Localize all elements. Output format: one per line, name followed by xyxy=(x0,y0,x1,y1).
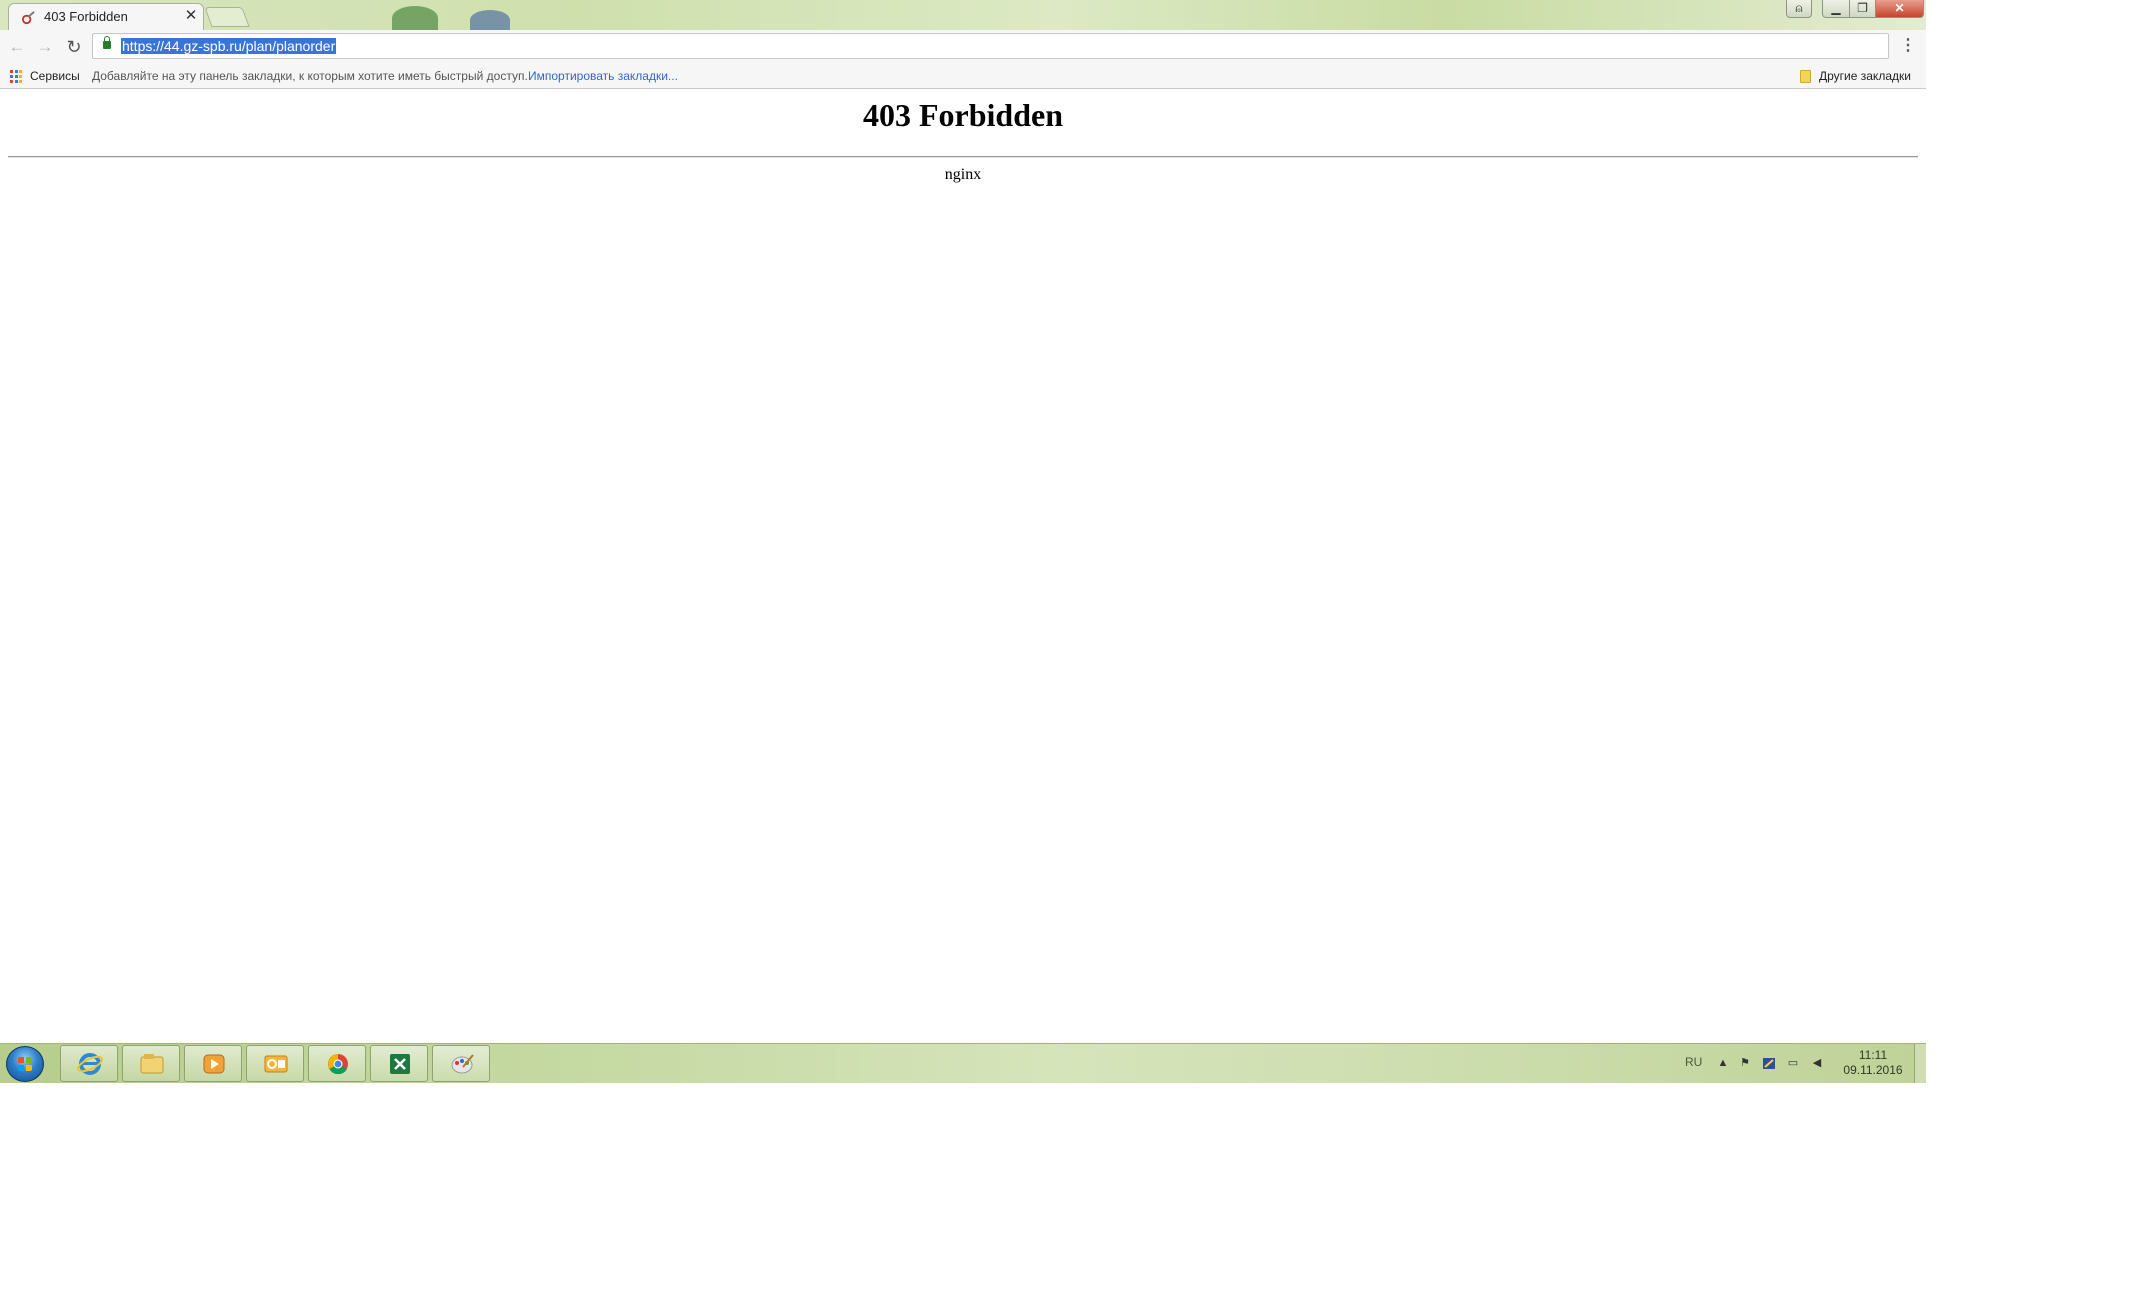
taskbar-chrome[interactable] xyxy=(308,1045,366,1082)
bookmark-apps[interactable]: Сервисы xyxy=(30,69,80,83)
forward-button[interactable]: → xyxy=(34,36,56,58)
clock[interactable]: 11:11 09.11.2016 xyxy=(1832,1048,1914,1078)
volume-icon[interactable]: ◀ xyxy=(1810,1057,1824,1070)
taskbar-media-player[interactable] xyxy=(184,1045,242,1082)
taskbar-internet-explorer[interactable] xyxy=(60,1045,118,1082)
close-icon: ✕ xyxy=(1894,1,1905,15)
folder-icon xyxy=(140,1054,164,1074)
tab-close-icon[interactable]: ✕ xyxy=(183,7,199,25)
browser-toolbar: ← → ↻ https://44.gz-spb.ru/plan/planorde… xyxy=(0,30,1926,63)
network-icon[interactable]: ▭ xyxy=(1786,1057,1800,1070)
agent-tray-icon[interactable] xyxy=(1762,1057,1776,1070)
folder-icon xyxy=(1800,70,1811,83)
arrow-right-icon: → xyxy=(36,37,54,56)
other-bookmarks[interactable]: Другие закладки xyxy=(1819,69,1911,83)
browser-titlebar: 403 Forbidden ✕ ⍝ ▁ ❐ ✕ xyxy=(0,0,1926,30)
show-hidden-icons-icon[interactable]: ▲ xyxy=(1716,1057,1730,1070)
tab-active[interactable]: 403 Forbidden ✕ xyxy=(8,3,204,30)
new-tab-button[interactable] xyxy=(204,7,250,27)
minimize-icon: ▁ xyxy=(1831,1,1841,15)
bookmarks-bar: Сервисы Добавляйте на эту панель закладк… xyxy=(0,63,1926,89)
address-bar[interactable]: https://44.gz-spb.ru/plan/planorder ☆ xyxy=(92,33,1889,59)
internet-explorer-icon xyxy=(77,1053,103,1075)
lock-icon[interactable] xyxy=(103,36,111,49)
arrow-left-icon: ← xyxy=(8,37,26,56)
wallpaper-detail xyxy=(470,10,510,30)
bookmarks-hint: Добавляйте на эту панель закладки, к кот… xyxy=(92,69,528,83)
maximize-button[interactable]: ❐ xyxy=(1849,0,1876,18)
clock-date: 09.11.2016 xyxy=(1843,1063,1903,1077)
show-desktop-button[interactable] xyxy=(1914,1044,1926,1083)
language-indicator[interactable]: RU xyxy=(1685,1055,1702,1069)
clock-time: 11:11 xyxy=(1858,1048,1888,1062)
start-button[interactable] xyxy=(6,1046,44,1082)
excel-icon xyxy=(390,1054,410,1074)
taskbar: RU ▲ ⚑ ▭ ◀ 11:11 09.11.2016 xyxy=(0,1043,1926,1083)
wallpaper-detail xyxy=(392,6,438,30)
server-name: nginx xyxy=(944,166,982,183)
tab-title: 403 Forbidden xyxy=(44,9,128,24)
desktop: 403 Forbidden ✕ ⍝ ▁ ❐ ✕ ← → ↻ https://44… xyxy=(0,0,1926,1083)
page-title: 403 Forbidden xyxy=(862,97,1064,133)
reload-button[interactable]: ↻ xyxy=(63,36,85,58)
reload-icon: ↻ xyxy=(66,37,82,57)
import-bookmarks-link[interactable]: Импортировать закладки... xyxy=(528,69,678,83)
outlook-icon xyxy=(264,1055,288,1073)
tab-favicon-icon xyxy=(21,11,35,25)
minimize-button[interactable]: ▁ xyxy=(1822,0,1850,18)
address-url[interactable]: https://44.gz-spb.ru/plan/planorder xyxy=(121,38,337,54)
user-icon: ⍝ xyxy=(1795,1,1803,15)
taskbar-paint[interactable] xyxy=(432,1045,490,1082)
taskbar-outlook[interactable] xyxy=(246,1045,304,1082)
page-content: 403 Forbidden nginx xyxy=(0,90,1926,1043)
chrome-icon xyxy=(328,1054,348,1075)
action-center-flag-icon[interactable]: ⚑ xyxy=(1738,1057,1752,1070)
profile-button[interactable]: ⍝ xyxy=(1786,0,1812,18)
divider xyxy=(8,156,1918,158)
taskbar-file-explorer[interactable] xyxy=(122,1045,180,1082)
maximize-icon: ❐ xyxy=(1857,1,1868,15)
browser-menu-icon[interactable]: ⋮ xyxy=(1900,36,1916,56)
taskbar-excel[interactable] xyxy=(370,1045,428,1082)
back-button[interactable]: ← xyxy=(6,36,28,58)
close-window-button[interactable]: ✕ xyxy=(1875,0,1924,18)
screen: 403 Forbidden ✕ ⍝ ▁ ❐ ✕ ← → ↻ https://44… xyxy=(0,0,2146,1314)
apps-grid-icon[interactable] xyxy=(10,70,23,83)
media-player-icon xyxy=(203,1054,225,1074)
paint-icon xyxy=(451,1054,474,1074)
